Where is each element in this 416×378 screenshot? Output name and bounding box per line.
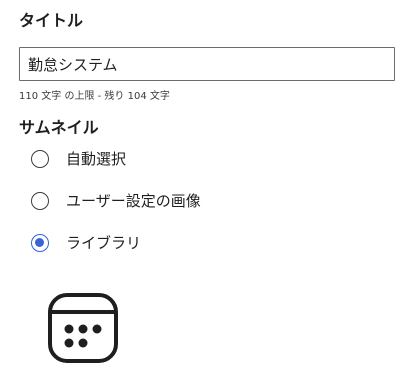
radio-label-auto-select: 自動選択 xyxy=(66,150,127,168)
title-heading: タイトル xyxy=(19,11,84,30)
radio-custom-image[interactable] xyxy=(31,192,49,210)
radio-label-custom-image: ユーザー設定の画像 xyxy=(66,192,201,210)
thumbnail-option-custom[interactable]: ユーザー設定の画像 xyxy=(31,189,201,213)
title-input[interactable] xyxy=(19,47,395,81)
calendar-icon[interactable] xyxy=(46,291,120,365)
radio-label-library: ライブラリ xyxy=(66,234,142,252)
thumbnail-option-auto[interactable]: 自動選択 xyxy=(31,147,126,171)
thumbnail-option-library[interactable]: ライブラリ xyxy=(31,231,141,255)
thumbnail-heading: サムネイル xyxy=(19,118,99,137)
radio-auto-select[interactable] xyxy=(31,150,49,168)
character-limit-hint: 110 文字 の上限 - 残り 104 文字 xyxy=(19,91,170,102)
radio-library[interactable] xyxy=(31,234,49,252)
